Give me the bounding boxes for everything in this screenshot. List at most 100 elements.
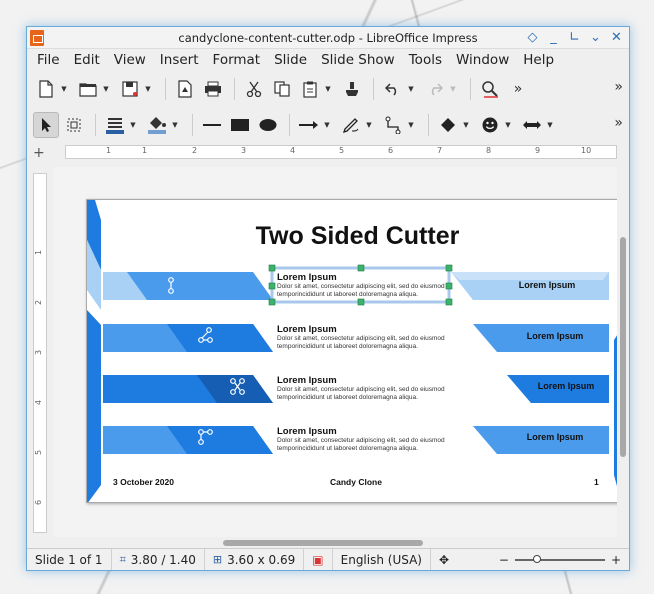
- row-2-heading: Lorem Ipsum: [277, 324, 337, 335]
- redo-dropdown-icon[interactable]: ▼: [448, 76, 458, 102]
- menu-help[interactable]: Help: [516, 52, 561, 68]
- symbol-shapes-dropdown-icon[interactable]: ▼: [503, 112, 513, 138]
- paste-icon[interactable]: [297, 76, 323, 102]
- row-3-heading: Lorem Ipsum: [277, 375, 337, 386]
- redo-icon[interactable]: [422, 76, 448, 102]
- fill-color-icon[interactable]: [144, 112, 170, 138]
- row-1-body-line-1: Dolor sit amet, consectetur adipiscing e…: [277, 283, 445, 290]
- menu-slide-show[interactable]: Slide Show: [314, 52, 402, 68]
- size-readout[interactable]: ⊞ 3.60 x 0.69: [205, 549, 305, 570]
- clone-formatting-icon[interactable]: [339, 76, 365, 102]
- position-readout[interactable]: ⌗ 3.80 / 1.40: [112, 549, 205, 570]
- menu-insert[interactable]: Insert: [153, 52, 206, 68]
- cut-icon[interactable]: [241, 76, 267, 102]
- toolbar-separator: [289, 114, 290, 136]
- save-icon[interactable]: [117, 76, 143, 102]
- zoom-in-icon[interactable]: +: [611, 553, 621, 567]
- ruler-label: 11: [628, 146, 629, 155]
- select-pointer-icon[interactable]: [33, 112, 59, 138]
- new-dropdown-icon[interactable]: ▼: [59, 76, 69, 102]
- new-document-icon[interactable]: [33, 76, 59, 102]
- window-controls: ◇ _ ∟ ⌄ ✕: [524, 29, 625, 46]
- horizontal-scroll-thumb[interactable]: [223, 540, 423, 546]
- lines-arrows-icon[interactable]: [296, 112, 322, 138]
- save-dropdown-icon[interactable]: ▼: [143, 76, 153, 102]
- close-icon[interactable]: ✕: [608, 29, 625, 46]
- vertical-scroll-thumb[interactable]: [620, 237, 626, 457]
- zoom-out-icon[interactable]: −: [499, 553, 509, 567]
- slide-title[interactable]: Two Sided Cutter: [87, 222, 628, 251]
- fit-slide-icon[interactable]: ✥: [431, 549, 457, 570]
- menu-tools[interactable]: Tools: [402, 52, 449, 68]
- line-color-dropdown-icon[interactable]: ▼: [128, 112, 138, 138]
- block-arrows-dropdown-icon[interactable]: ▼: [545, 112, 555, 138]
- menu-slide[interactable]: Slide: [267, 52, 314, 68]
- row-4-right-label[interactable]: Lorem Ipsum: [501, 432, 609, 442]
- zoom-pan-icon[interactable]: [61, 112, 87, 138]
- fill-color-dropdown-icon[interactable]: ▼: [170, 112, 180, 138]
- export-pdf-icon[interactable]: [172, 76, 198, 102]
- undo-dropdown-icon[interactable]: ▼: [406, 76, 416, 102]
- toolbar-overflow-icon[interactable]: »: [614, 79, 623, 95]
- slide-counter[interactable]: Slide 1 of 1: [27, 549, 112, 570]
- slide-canvas[interactable]: Two Sided Cutter Lorem Ipsum Dolor sit a…: [53, 167, 629, 537]
- open-folder-icon[interactable]: [75, 76, 101, 102]
- line-color-icon[interactable]: [102, 112, 128, 138]
- ruler-label: 4: [34, 399, 44, 406]
- maximize-icon[interactable]: ⌄: [587, 29, 604, 46]
- slide[interactable]: Two Sided Cutter Lorem Ipsum Dolor sit a…: [86, 199, 629, 503]
- rectangle-tool-icon[interactable]: [227, 112, 253, 138]
- block-arrows-icon[interactable]: [519, 112, 545, 138]
- row-3-text[interactable]: Lorem Ipsum Dolor sit amet, consectetur …: [277, 375, 457, 402]
- lines-arrows-dropdown-icon[interactable]: ▼: [322, 112, 332, 138]
- drawing-toolbar-overflow-icon[interactable]: »: [614, 115, 623, 131]
- language-selector[interactable]: English (USA): [333, 549, 431, 570]
- ellipse-tool-icon[interactable]: [255, 112, 281, 138]
- open-dropdown-icon[interactable]: ▼: [101, 76, 111, 102]
- menu-window[interactable]: Window: [449, 52, 516, 68]
- footer-author[interactable]: Candy Clone: [330, 477, 382, 487]
- document-modified-icon[interactable]: ▣: [304, 549, 333, 570]
- size-icon: ⊞: [212, 553, 223, 566]
- connectors-dropdown-icon[interactable]: ▼: [406, 112, 416, 138]
- curves-polygons-icon[interactable]: [338, 112, 364, 138]
- menu-format[interactable]: Format: [206, 52, 268, 68]
- copy-icon[interactable]: [269, 76, 295, 102]
- curves-dropdown-icon[interactable]: ▼: [364, 112, 374, 138]
- line-tool-icon[interactable]: [199, 112, 225, 138]
- row-1-right-label[interactable]: Lorem Ipsum: [487, 280, 607, 290]
- shade-icon[interactable]: ∟: [566, 29, 583, 46]
- basic-shapes-icon[interactable]: [435, 112, 461, 138]
- print-icon[interactable]: [200, 76, 226, 102]
- footer-page-number[interactable]: 1: [594, 477, 599, 487]
- zoom-control[interactable]: − +: [499, 553, 629, 567]
- horizontal-ruler[interactable]: 1 1 2 3 4 5 6 7 8 9 10 11: [65, 145, 629, 159]
- zoom-slider-knob[interactable]: [532, 554, 541, 563]
- connectors-icon[interactable]: [380, 112, 406, 138]
- menu-file[interactable]: File: [30, 52, 67, 68]
- status-bar: Slide 1 of 1 ⌗ 3.80 / 1.40 ⊞ 3.60 x 0.69…: [27, 548, 629, 570]
- paste-dropdown-icon[interactable]: ▼: [323, 76, 333, 102]
- minimize-icon[interactable]: _: [545, 29, 562, 46]
- ruler-label: 2: [192, 146, 198, 155]
- footer-date[interactable]: 3 October 2020: [113, 477, 174, 487]
- row-4-text[interactable]: Lorem Ipsum Dolor sit amet, consectetur …: [277, 426, 457, 453]
- basic-shapes-dropdown-icon[interactable]: ▼: [461, 112, 471, 138]
- find-replace-icon[interactable]: [477, 76, 503, 102]
- vertical-ruler[interactable]: 1 2 3 4 5 6: [33, 173, 47, 533]
- row-2-text[interactable]: Lorem Ipsum Dolor sit amet, consectetur …: [277, 324, 457, 351]
- ruler-label: 9: [535, 146, 541, 155]
- row-1-text[interactable]: Lorem Ipsum Dolor sit amet, consectetur …: [277, 272, 457, 299]
- ruler-origin-icon[interactable]: +: [33, 145, 45, 161]
- keep-above-icon[interactable]: ◇: [524, 29, 541, 46]
- more-options-icon[interactable]: »: [505, 76, 531, 102]
- zoom-slider[interactable]: [514, 554, 605, 563]
- row-2-right-label[interactable]: Lorem Ipsum: [501, 331, 609, 341]
- menu-view[interactable]: View: [107, 52, 153, 68]
- impress-app-icon[interactable]: [30, 29, 44, 46]
- undo-icon[interactable]: [380, 76, 406, 102]
- menu-edit[interactable]: Edit: [67, 52, 107, 68]
- vertical-scrollbar[interactable]: [617, 167, 629, 537]
- row-3-right-label[interactable]: Lorem Ipsum: [523, 381, 609, 391]
- symbol-shapes-icon[interactable]: [477, 112, 503, 138]
